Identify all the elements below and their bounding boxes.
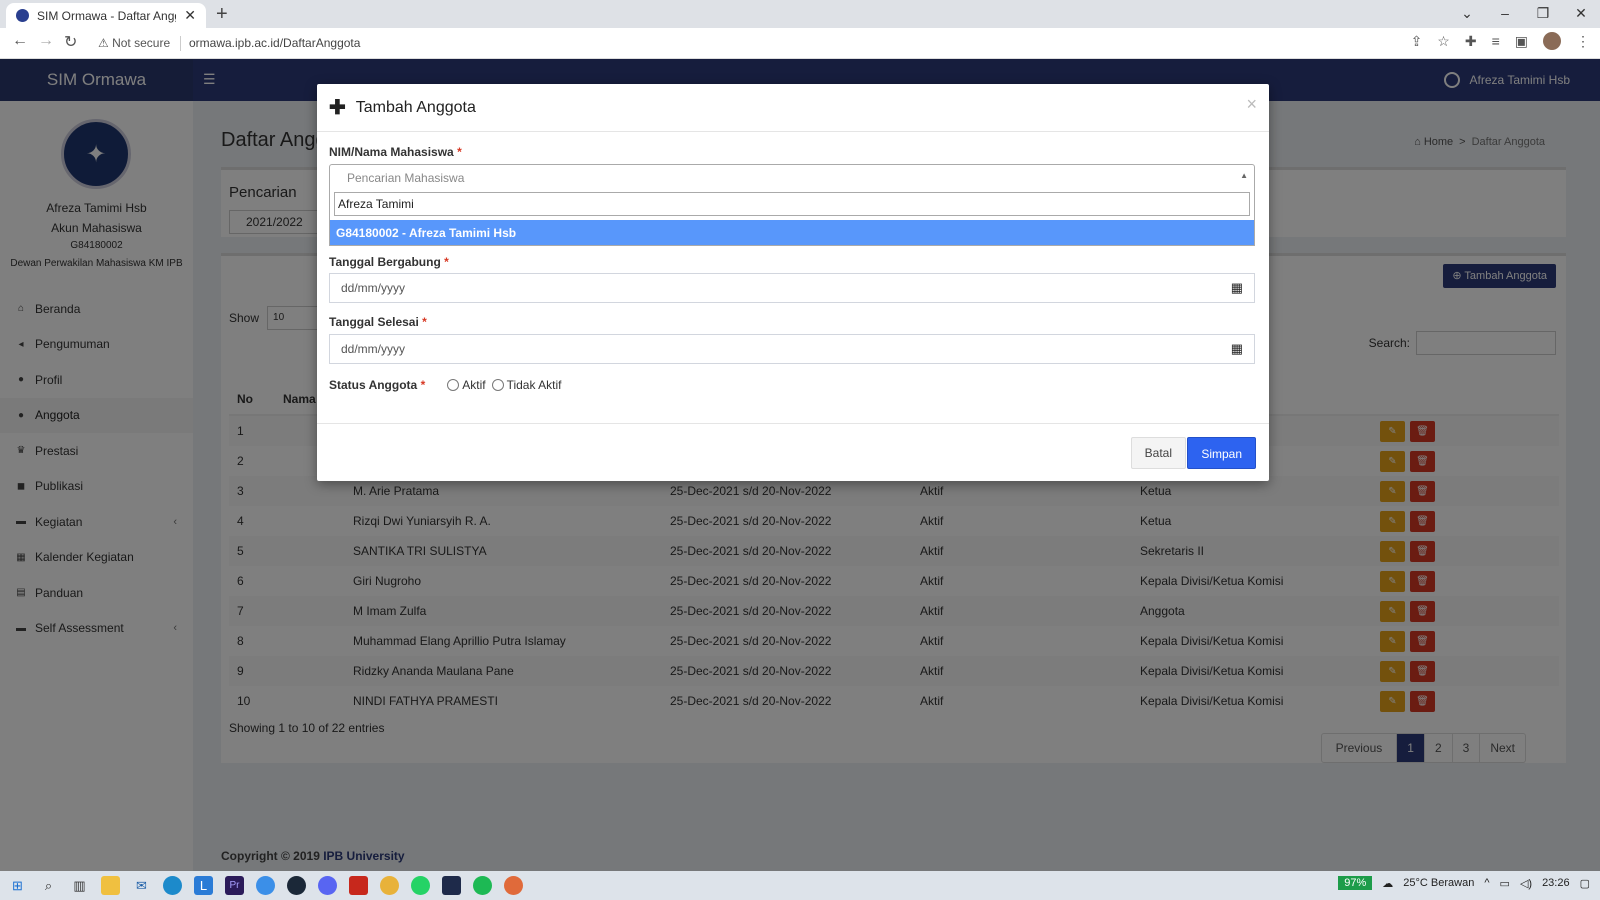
sidepanel-icon[interactable]: ▣ [1515,33,1528,50]
forward-icon[interactable]: → [38,32,54,50]
weather-icon: ☁ [1382,877,1394,890]
required-mark: * [457,145,462,159]
radio-aktif[interactable]: Aktif [447,378,486,392]
status-label-text: Status Anggota [329,378,418,392]
browser-tabstrip: SIM Ormawa - Daftar Anggota ✕ + ⌄ – ❐ ✕ [0,0,1600,28]
task-view-icon[interactable]: ▥ [70,876,89,895]
radio-circle[interactable] [447,379,460,391]
search-icon[interactable]: ⌕ [39,876,58,895]
security-indicator[interactable]: ⚠ Not secure [98,36,170,50]
student-dropdown: Afreza Tamimi G84180002 - Afreza Tamimi … [329,188,1255,246]
app-l-icon[interactable]: L [194,876,213,895]
radio-tidak-aktif-label: Tidak Aktif [506,378,562,392]
discord-icon[interactable] [318,876,337,895]
extensions-icon[interactable]: ✚ [1465,33,1477,50]
network-icon[interactable]: ▭ [1500,877,1510,890]
student-select-placeholder: Pencarian Mahasiswa [347,171,465,185]
weather-text[interactable]: 25°C Berawan [1403,877,1474,889]
join-date-label: Tanggal Bergabung * [329,255,449,269]
word-app-icon[interactable] [442,876,461,895]
window-controls: ⌄ – ❐ ✕ [1448,0,1600,28]
back-icon[interactable]: ← [12,32,28,50]
acrobat-icon[interactable] [349,876,368,895]
close-tab-icon[interactable]: ✕ [184,7,196,24]
clock[interactable]: 23:26 [1542,877,1570,889]
calendar-icon[interactable]: ▦ [1231,341,1243,357]
radio-aktif-label: Aktif [462,378,486,392]
restore-icon[interactable]: ❐ [1524,0,1562,28]
join-date-label-text: Tanggal Bergabung [329,255,441,269]
toolbar-actions: ⇪ ☆ ✚ ≡ ▣ ⋮ [1411,32,1590,50]
tab-search-icon[interactable]: ⌄ [1448,0,1486,28]
required-mark: * [422,315,427,329]
nim-label: NIM/Nama Mahasiswa * [329,145,462,159]
edge-icon[interactable] [163,876,182,895]
browser-tab[interactable]: SIM Ormawa - Daftar Anggota ✕ [6,3,206,28]
volume-icon[interactable]: ◁) [1520,877,1532,890]
student-select[interactable]: Pencarian Mahasiswa ▲ [329,164,1255,189]
browser-toolbar: ← → ↻ ⚠ Not secure ormawa.ipb.ac.id/Daft… [0,28,1600,59]
security-label: Not secure [112,36,171,50]
status-label: Status Anggota * [329,378,425,392]
whatsapp-icon[interactable] [411,876,430,895]
tab-title: SIM Ormawa - Daftar Anggota [37,8,176,23]
join-date-placeholder: dd/mm/yyyy [341,281,406,295]
chat-app-icon[interactable] [256,876,275,895]
premiere-icon[interactable]: Pr [225,876,244,895]
menu-kebab-icon[interactable]: ⋮ [1576,33,1590,50]
chrome-active-icon[interactable] [504,876,523,895]
cancel-button[interactable]: Batal [1130,437,1186,469]
close-icon[interactable]: × [1246,94,1257,115]
student-search-input[interactable]: Afreza Tamimi [334,192,1250,216]
nim-label-text: NIM/Nama Mahasiswa [329,145,454,159]
system-tray: 97% ☁ 25°C Berawan ^ ▭ ◁) 23:26 ▢ [1338,876,1590,890]
modal-title: Tambah Anggota [355,98,476,116]
modal-header: ✚ Tambah Anggota [317,84,1269,132]
status-group: Status Anggota * Aktif Tidak Aktif [329,378,562,392]
add-member-modal: ✚ Tambah Anggota × NIM/Nama Mahasiswa * … [317,84,1269,481]
required-mark: * [420,378,426,392]
plus-icon: ✚ [329,97,346,119]
end-date-label-text: Tanggal Selesai [329,315,419,329]
join-date-input[interactable]: dd/mm/yyyy ▦ [329,273,1255,303]
end-date-input[interactable]: dd/mm/yyyy ▦ [329,334,1255,364]
favicon-icon [16,9,29,22]
profile-avatar[interactable] [1543,32,1561,50]
taskbar-apps: ⊞ ⌕ ▥ ✉ L Pr [0,876,523,895]
windows-start-icon[interactable]: ⊞ [8,876,27,895]
calendar-icon[interactable]: ▦ [1231,280,1243,296]
file-explorer-icon[interactable] [101,876,120,895]
chrome-icon[interactable] [380,876,399,895]
end-date-placeholder: dd/mm/yyyy [341,342,406,356]
steam-icon[interactable] [287,876,306,895]
minimize-icon[interactable]: – [1486,0,1524,28]
close-window-icon[interactable]: ✕ [1562,0,1600,28]
bookmark-star-icon[interactable]: ☆ [1437,33,1450,50]
reload-icon[interactable]: ↻ [64,32,77,52]
notification-icon[interactable]: ▢ [1580,877,1590,890]
battery-indicator[interactable]: 97% [1338,876,1373,890]
spotify-icon[interactable] [473,876,492,895]
url-separator [180,36,181,51]
share-icon[interactable]: ⇪ [1411,33,1423,50]
save-button[interactable]: Simpan [1187,437,1256,469]
address-bar[interactable]: ormawa.ipb.ac.id/DaftarAnggota [189,36,360,50]
caret-up-icon: ▲ [1240,171,1248,180]
radio-tidak-aktif[interactable]: Tidak Aktif [491,378,562,392]
modal-footer: Batal Simpan [317,423,1269,481]
radio-circle[interactable] [491,379,504,391]
new-tab-icon[interactable]: + [216,3,228,25]
end-date-label: Tanggal Selesai * [329,315,427,329]
tray-chevron-icon[interactable]: ^ [1484,877,1489,889]
media-icon[interactable]: ≡ [1492,33,1500,49]
required-mark: * [444,255,449,269]
os-taskbar: ⊞ ⌕ ▥ ✉ L Pr 97% ☁ 25°C Berawan ^ ▭ ◁) 2… [0,871,1600,900]
mail-icon[interactable]: ✉ [132,876,151,895]
student-option[interactable]: G84180002 - Afreza Tamimi Hsb [330,220,1254,245]
